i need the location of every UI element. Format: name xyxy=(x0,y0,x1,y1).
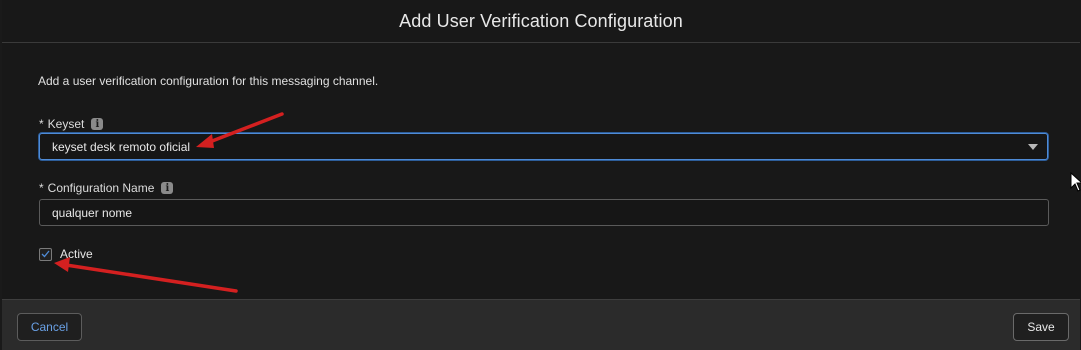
keyset-select[interactable]: keyset desk remoto oficial xyxy=(39,133,1048,160)
modal-title: Add User Verification Configuration xyxy=(399,10,683,31)
modal-body: Add a user verification configuration fo… xyxy=(2,43,1080,299)
modal-dialog: Add User Verification Configuration Add … xyxy=(2,0,1080,350)
save-button[interactable]: Save xyxy=(1013,313,1069,341)
active-checkbox-row[interactable]: Active xyxy=(39,247,93,261)
keyset-label-text: Keyset xyxy=(47,117,85,131)
configuration-name-input[interactable]: qualquer nome xyxy=(39,199,1049,226)
modal-header: Add User Verification Configuration xyxy=(2,0,1080,43)
active-checkbox[interactable] xyxy=(39,247,52,261)
cancel-button[interactable]: Cancel xyxy=(17,313,82,341)
configuration-name-label: * Configuration Name i xyxy=(39,181,174,195)
configuration-name-value: qualquer nome xyxy=(52,205,133,220)
modal-description: Add a user verification configuration fo… xyxy=(38,74,379,88)
required-mark: * xyxy=(39,117,44,131)
check-icon xyxy=(41,250,50,258)
chevron-down-icon[interactable] xyxy=(1028,143,1038,150)
info-icon[interactable]: i xyxy=(161,182,174,194)
configuration-name-label-text: Configuration Name xyxy=(47,181,155,195)
info-icon[interactable]: i xyxy=(91,118,104,130)
mouse-pointer-icon xyxy=(1070,172,1081,192)
required-mark: * xyxy=(39,181,44,195)
keyset-label: * Keyset i xyxy=(39,117,104,131)
modal-footer: Cancel Save xyxy=(2,299,1080,350)
active-checkbox-label: Active xyxy=(60,247,93,261)
keyset-select-value: keyset desk remoto oficial xyxy=(52,139,191,154)
